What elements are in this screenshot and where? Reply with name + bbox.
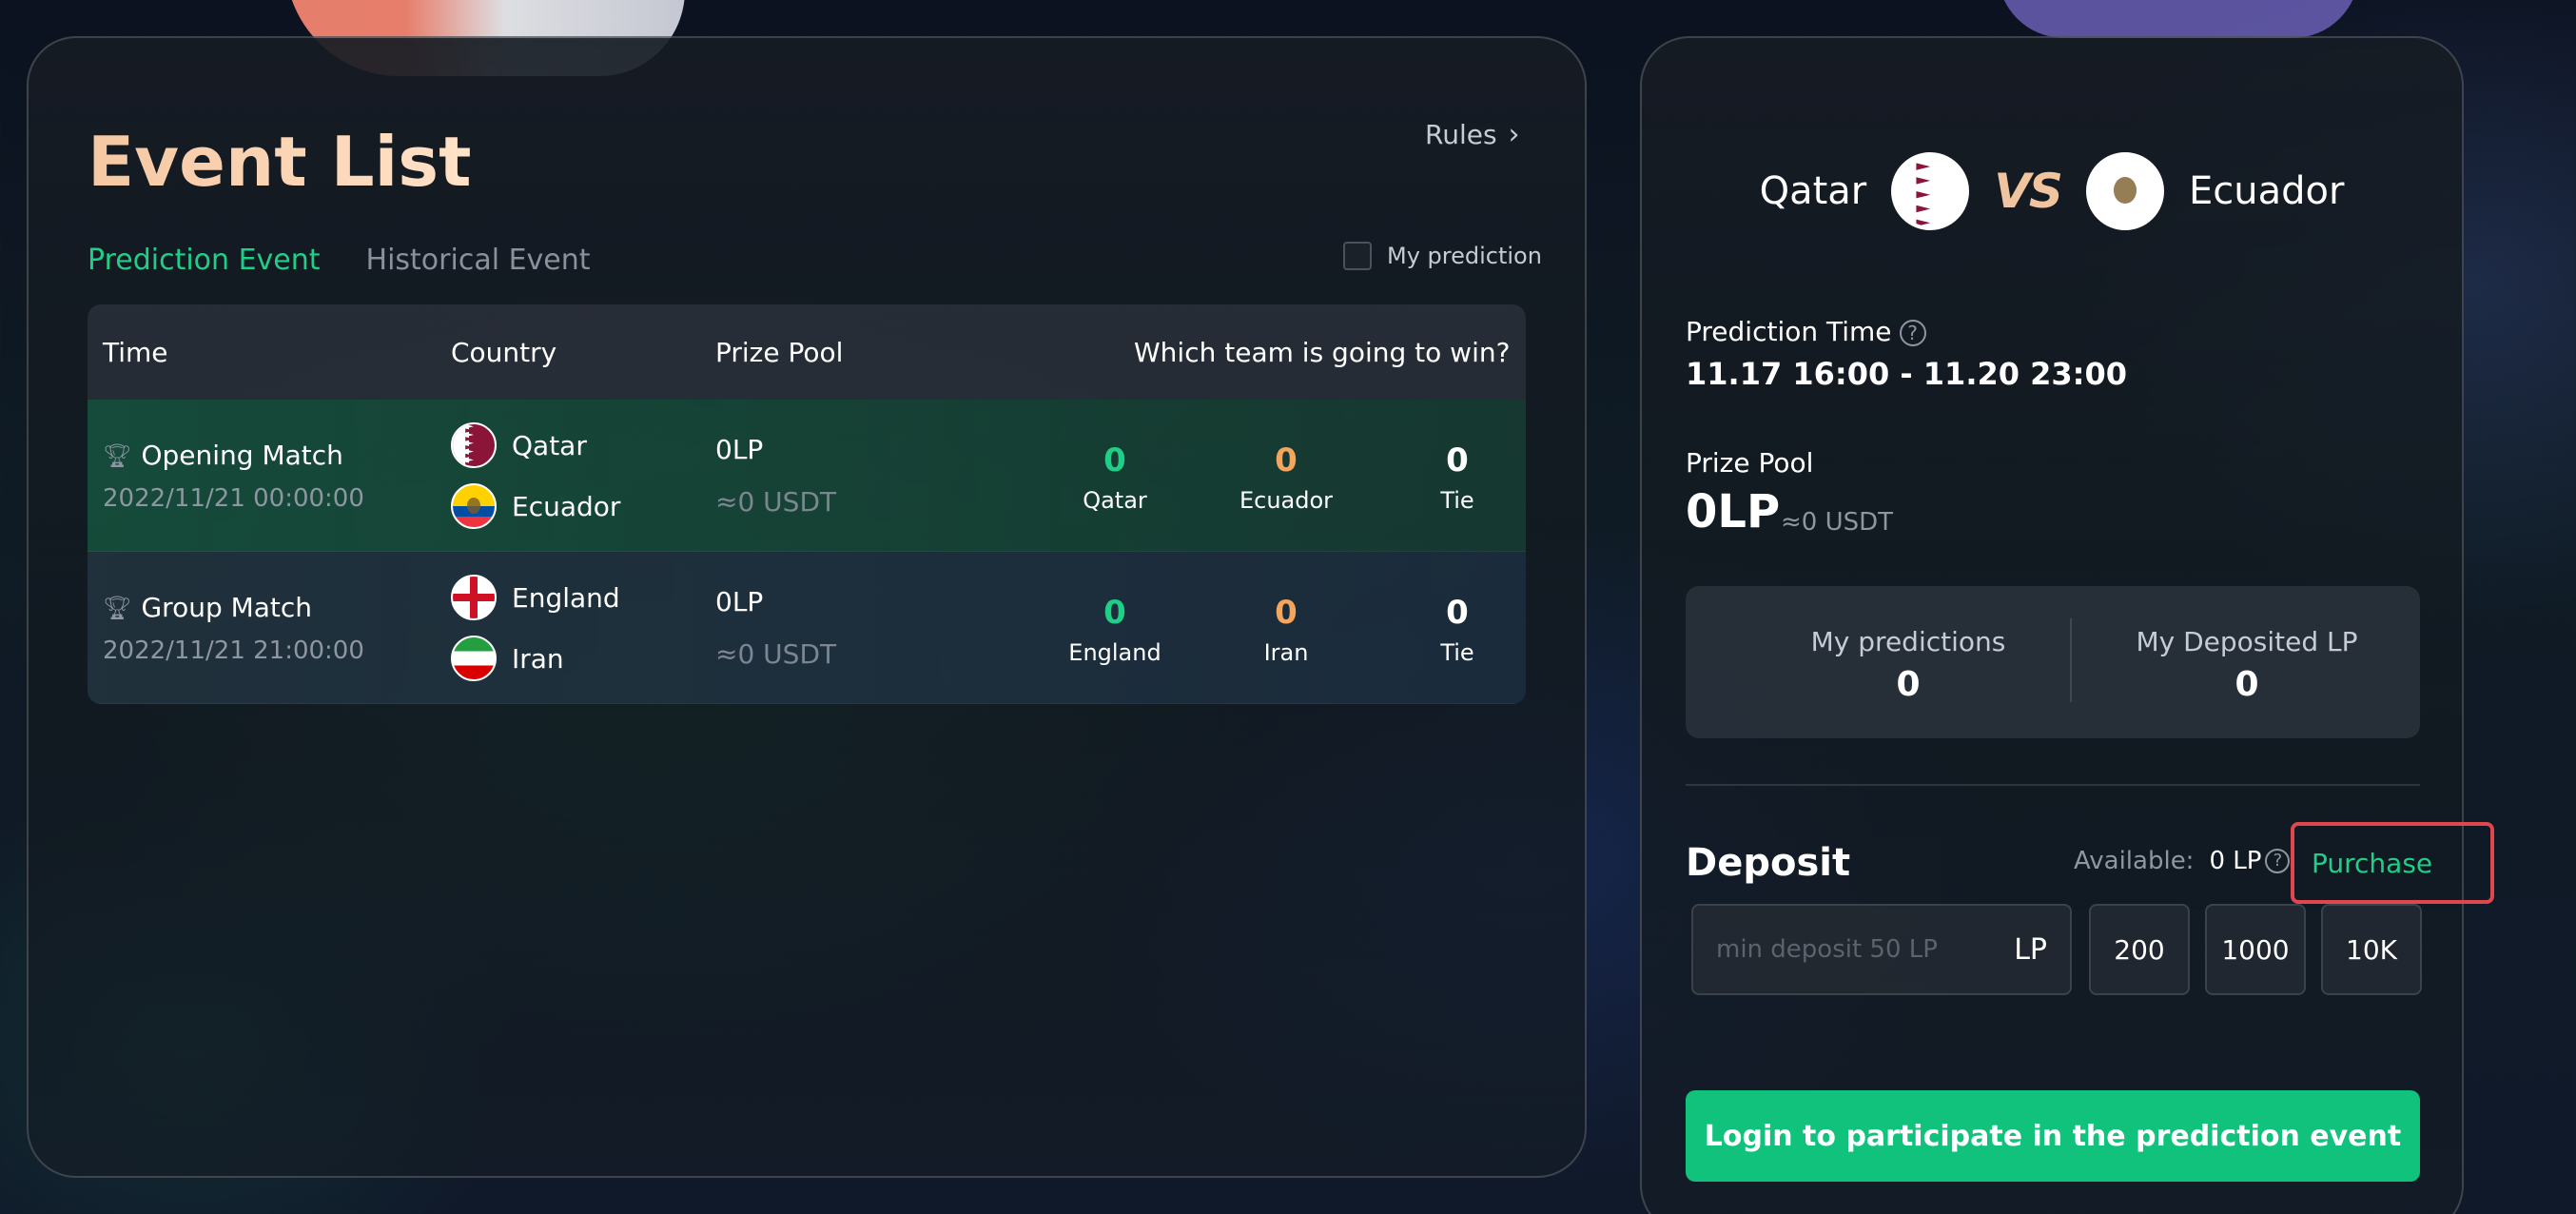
available-amount: 0 LP bbox=[2209, 847, 2262, 875]
ecuador-flag-icon bbox=[2085, 152, 2164, 230]
match-header: Qatar VS Ecuador bbox=[1640, 152, 2464, 230]
team-name: England bbox=[512, 581, 620, 614]
amount-chip-10k[interactable]: 10K bbox=[2321, 904, 2422, 995]
match-cell: 🏆︎ Group Match 2022/11/21 21:00:00 bbox=[103, 592, 364, 665]
prize-pool-usdt: ≈0 USDT bbox=[1781, 508, 1894, 537]
amount-chip-1000[interactable]: 1000 bbox=[2205, 904, 2306, 995]
my-deposited-label: My Deposited LP bbox=[2136, 626, 2358, 657]
my-predictions-value: 0 bbox=[1896, 665, 1921, 704]
col-time: Time bbox=[103, 336, 168, 368]
my-prediction-checkbox[interactable] bbox=[1343, 242, 1372, 270]
prediction-time: 11.17 16:00 - 11.20 23:00 bbox=[1686, 356, 2127, 392]
col-country: Country bbox=[451, 336, 557, 368]
prediction-option[interactable]: 0 Tie bbox=[1381, 594, 1526, 666]
my-predictions-stat: My predictions 0 bbox=[1747, 626, 2070, 704]
page-title: Event List bbox=[88, 122, 472, 202]
qatar-flag-icon bbox=[1891, 152, 1970, 230]
help-icon[interactable]: ? bbox=[1899, 320, 1926, 346]
match-date: 2022/11/21 00:00:00 bbox=[103, 484, 364, 513]
trophy-icon: 🏆︎ bbox=[103, 594, 132, 621]
country-cell: England Iran bbox=[451, 571, 620, 685]
prize-lp: 0LP bbox=[715, 434, 764, 465]
qatar-flag-icon bbox=[451, 422, 497, 468]
prediction-label: Qatar bbox=[1083, 487, 1147, 514]
available-label: Available: bbox=[2074, 847, 2195, 875]
prediction-time-label-row: Prediction Time? bbox=[1686, 316, 1926, 347]
prediction-count: 0 bbox=[1103, 441, 1126, 480]
prediction-count: 0 bbox=[1275, 594, 1298, 632]
table-row[interactable]: 🏆︎ Opening Match 2022/11/21 00:00:00 Qat… bbox=[88, 400, 1526, 552]
prize-pool-lp: 0LP bbox=[1686, 485, 1781, 538]
team-name: Ecuador bbox=[512, 490, 621, 522]
prediction-count: 0 bbox=[1446, 594, 1469, 632]
table-header: Time Country Prize Pool Which team is go… bbox=[88, 304, 1526, 400]
prediction-label: Tie bbox=[1440, 639, 1474, 666]
available-balance: Available: 0 LP ? bbox=[2074, 847, 2291, 875]
col-prize-pool: Prize Pool bbox=[715, 336, 844, 368]
iran-flag-icon bbox=[451, 636, 497, 681]
team-name: Qatar bbox=[512, 429, 587, 461]
team2-name: Ecuador bbox=[2188, 169, 2345, 213]
match-name: Opening Match bbox=[141, 440, 343, 471]
trophy-icon: 🏆︎ bbox=[103, 441, 132, 469]
team-name: Iran bbox=[512, 642, 564, 675]
login-button[interactable]: Login to participate in the prediction e… bbox=[1686, 1090, 2420, 1182]
country-cell: Qatar Ecuador bbox=[451, 419, 620, 533]
help-icon[interactable]: ? bbox=[2265, 849, 2291, 873]
prediction-label: Iran bbox=[1263, 639, 1309, 666]
prediction-option[interactable]: 0 England bbox=[1039, 594, 1191, 666]
mascot-decoration bbox=[1998, 0, 2359, 38]
stat-divider bbox=[2070, 618, 2072, 702]
event-table: Time Country Prize Pool Which team is go… bbox=[88, 304, 1526, 704]
vs-label: VS bbox=[1994, 164, 2063, 219]
match-name: Group Match bbox=[141, 592, 313, 623]
prediction-count: 0 bbox=[1275, 441, 1298, 480]
rules-label: Rules bbox=[1425, 119, 1497, 150]
prize-lp: 0LP bbox=[715, 586, 764, 617]
prediction-label: England bbox=[1068, 639, 1161, 666]
match-date: 2022/11/21 21:00:00 bbox=[103, 636, 364, 665]
deposit-title: Deposit bbox=[1686, 841, 1851, 885]
prediction-option[interactable]: 0 Tie bbox=[1381, 441, 1526, 514]
prediction-option[interactable]: 0 Qatar bbox=[1039, 441, 1191, 514]
divider bbox=[1686, 784, 2420, 786]
my-deposited-stat: My Deposited LP 0 bbox=[2085, 626, 2409, 704]
my-prediction-filter[interactable]: My prediction bbox=[1343, 242, 1542, 270]
deposit-input[interactable] bbox=[1716, 935, 1963, 964]
my-stats-box: My predictions 0 My Deposited LP 0 bbox=[1686, 586, 2420, 738]
prize-cell: 0LP ≈0 USDT bbox=[715, 586, 836, 670]
prize-cell: 0LP ≈0 USDT bbox=[715, 434, 836, 518]
table-row[interactable]: 🏆︎ Group Match 2022/11/21 21:00:00 Engla… bbox=[88, 552, 1526, 704]
chevron-right-icon: › bbox=[1508, 118, 1520, 151]
rules-link[interactable]: Rules › bbox=[1425, 118, 1520, 151]
tab-prediction-event[interactable]: Prediction Event bbox=[88, 244, 321, 277]
col-which-team: Which team is going to win? bbox=[1134, 336, 1511, 368]
prediction-option[interactable]: 0 Iran bbox=[1210, 594, 1362, 666]
ecuador-flag-icon bbox=[451, 483, 497, 529]
prize-usdt: ≈0 USDT bbox=[715, 486, 837, 518]
prediction-option[interactable]: 0 Ecuador bbox=[1210, 441, 1362, 514]
prediction-time-label: Prediction Time bbox=[1686, 316, 1892, 347]
team1-name: Qatar bbox=[1759, 169, 1867, 213]
prize-usdt: ≈0 USDT bbox=[715, 638, 837, 670]
prediction-label: Ecuador bbox=[1239, 487, 1334, 514]
amount-chip-200[interactable]: 200 bbox=[2089, 904, 2190, 995]
prize-pool-label: Prize Pool bbox=[1686, 447, 1814, 479]
tab-historical-event[interactable]: Historical Event bbox=[366, 244, 591, 277]
my-deposited-value: 0 bbox=[2234, 665, 2259, 704]
deposit-input-group: LP bbox=[1691, 904, 2072, 995]
prediction-count: 0 bbox=[1103, 594, 1126, 632]
prediction-label: Tie bbox=[1440, 487, 1474, 514]
event-tabs: Prediction Event Historical Event bbox=[88, 244, 591, 277]
prediction-count: 0 bbox=[1446, 441, 1469, 480]
deposit-unit: LP bbox=[2014, 932, 2047, 967]
my-prediction-label: My prediction bbox=[1387, 243, 1542, 269]
england-flag-icon bbox=[451, 575, 497, 620]
my-predictions-label: My predictions bbox=[1810, 626, 2006, 657]
purchase-button[interactable]: Purchase bbox=[2291, 822, 2494, 904]
match-cell: 🏆︎ Opening Match 2022/11/21 00:00:00 bbox=[103, 440, 364, 513]
